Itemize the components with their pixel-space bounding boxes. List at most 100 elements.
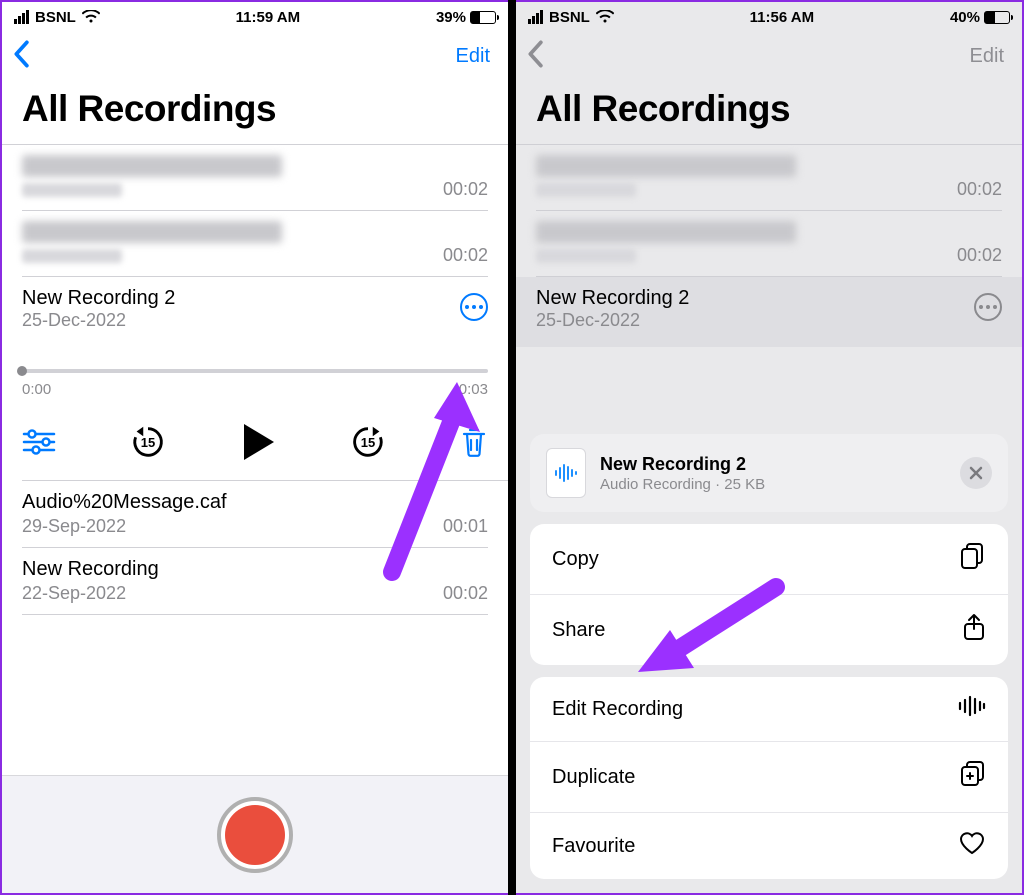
menu-group: Edit Recording Duplicate Favourite bbox=[530, 677, 1008, 879]
item-duration: 00:02 bbox=[443, 583, 488, 604]
item-title: New Recording 2 bbox=[536, 287, 689, 310]
wifi-icon bbox=[596, 10, 614, 24]
playback-scrubber[interactable] bbox=[22, 369, 488, 373]
menu-label: Duplicate bbox=[552, 766, 635, 789]
record-button[interactable] bbox=[217, 797, 293, 873]
phone-right-screen: BSNL 11:56 AM 40% Edit All Recordings 00… bbox=[516, 0, 1024, 895]
wifi-icon bbox=[82, 10, 100, 24]
item-title: New Recording 2 bbox=[22, 287, 175, 310]
settings-sliders-button[interactable] bbox=[22, 429, 56, 455]
delete-button[interactable] bbox=[460, 426, 488, 458]
nav-bar: Edit bbox=[516, 32, 1022, 80]
item-date: 22-Sep-2022 bbox=[22, 583, 126, 604]
menu-label: Copy bbox=[552, 548, 599, 571]
nav-bar: Edit bbox=[2, 32, 508, 80]
more-button[interactable] bbox=[460, 293, 488, 321]
battery-percent: 39% bbox=[436, 9, 466, 26]
carrier-label: BSNL bbox=[549, 9, 590, 26]
player-panel: 0:00 -0:03 15 15 bbox=[2, 331, 508, 481]
item-date: 25-Dec-2022 bbox=[536, 310, 689, 331]
item-duration: 00:02 bbox=[443, 245, 488, 266]
sheet-file-subtitle: Audio Recording · 25 KB bbox=[600, 476, 946, 493]
edit-button[interactable]: Edit bbox=[970, 45, 1004, 68]
clock-label: 11:56 AM bbox=[750, 9, 814, 26]
skip-back-button[interactable]: 15 bbox=[129, 423, 167, 461]
item-duration: 00:01 bbox=[443, 516, 488, 537]
item-title: Audio%20Message.caf bbox=[22, 491, 488, 514]
list-item[interactable]: 00:02 bbox=[516, 145, 1022, 211]
menu-item-duplicate[interactable]: Duplicate bbox=[530, 742, 1008, 813]
blurred-title bbox=[536, 155, 796, 177]
page-title: All Recordings bbox=[2, 80, 508, 144]
blurred-title bbox=[22, 155, 282, 177]
waveform-icon bbox=[958, 695, 986, 723]
share-icon bbox=[962, 613, 986, 647]
record-icon bbox=[225, 805, 285, 865]
duplicate-icon bbox=[960, 760, 986, 794]
list-item[interactable]: 00:02 bbox=[516, 211, 1022, 277]
blurred-title bbox=[536, 221, 796, 243]
record-bar bbox=[2, 775, 508, 893]
menu-item-edit-recording[interactable]: Edit Recording bbox=[530, 677, 1008, 742]
menu-item-favourite[interactable]: Favourite bbox=[530, 813, 1008, 879]
skip-amount: 15 bbox=[141, 435, 155, 450]
list-item-selected[interactable]: New Recording 2 25-Dec-2022 bbox=[516, 277, 1022, 347]
time-current: 0:00 bbox=[22, 381, 51, 398]
copy-icon bbox=[960, 542, 986, 576]
battery-icon bbox=[984, 11, 1010, 24]
phone-left-screen: BSNL 11:59 AM 39% Edit All Recordings 00… bbox=[0, 0, 508, 895]
list-item[interactable]: 00:02 bbox=[2, 211, 508, 277]
carrier-label: BSNL bbox=[35, 9, 76, 26]
item-title: New Recording bbox=[22, 558, 488, 581]
battery-icon bbox=[470, 11, 496, 24]
blurred-title bbox=[22, 221, 282, 243]
item-duration: 00:02 bbox=[957, 245, 1002, 266]
more-button[interactable] bbox=[974, 293, 1002, 321]
recording-list: 00:02 00:02 New Recording 2 25-Dec-2022 bbox=[516, 144, 1022, 347]
menu-item-copy[interactable]: Copy bbox=[530, 524, 1008, 595]
status-bar: BSNL 11:56 AM 40% bbox=[516, 2, 1022, 32]
heart-icon bbox=[958, 831, 986, 861]
sheet-header: New Recording 2 Audio Recording · 25 KB bbox=[530, 434, 1008, 512]
waveform-icon bbox=[554, 464, 578, 482]
page-title: All Recordings bbox=[516, 80, 1022, 144]
play-button[interactable] bbox=[240, 422, 276, 462]
skip-forward-button[interactable]: 15 bbox=[349, 423, 387, 461]
list-item[interactable]: 00:02 bbox=[2, 145, 508, 211]
item-duration: 00:02 bbox=[957, 179, 1002, 200]
ellipsis-icon bbox=[465, 305, 483, 309]
menu-label: Favourite bbox=[552, 835, 635, 858]
x-icon bbox=[969, 466, 983, 480]
back-button[interactable] bbox=[12, 40, 30, 73]
sheet-file-title: New Recording 2 bbox=[600, 454, 946, 475]
file-icon bbox=[546, 448, 586, 498]
signal-icon bbox=[14, 10, 29, 24]
time-remaining: -0:03 bbox=[454, 381, 488, 398]
status-bar: BSNL 11:59 AM 39% bbox=[2, 2, 508, 32]
list-item[interactable]: Audio%20Message.caf 29-Sep-2022 00:01 bbox=[2, 481, 508, 548]
menu-item-share[interactable]: Share bbox=[530, 595, 1008, 665]
ellipsis-icon bbox=[979, 305, 997, 309]
clock-label: 11:59 AM bbox=[236, 9, 300, 26]
menu-label: Edit Recording bbox=[552, 698, 683, 721]
blurred-subtitle bbox=[22, 183, 122, 197]
menu-group: Copy Share bbox=[530, 524, 1008, 665]
signal-icon bbox=[528, 10, 543, 24]
recording-list: 00:02 00:02 New Recording 2 25-Dec-2022 bbox=[2, 144, 508, 615]
action-sheet: New Recording 2 Audio Recording · 25 KB … bbox=[530, 434, 1008, 879]
blurred-subtitle bbox=[536, 249, 636, 263]
scrubber-knob[interactable] bbox=[17, 366, 27, 376]
blurred-subtitle bbox=[22, 249, 122, 263]
item-date: 29-Sep-2022 bbox=[22, 516, 126, 537]
back-button[interactable] bbox=[526, 40, 544, 73]
skip-amount: 15 bbox=[361, 435, 375, 450]
list-item-selected[interactable]: New Recording 2 25-Dec-2022 bbox=[2, 277, 508, 331]
edit-button[interactable]: Edit bbox=[456, 45, 490, 68]
list-item[interactable]: New Recording 22-Sep-2022 00:02 bbox=[2, 548, 508, 615]
blurred-subtitle bbox=[536, 183, 636, 197]
item-duration: 00:02 bbox=[443, 179, 488, 200]
battery-percent: 40% bbox=[950, 9, 980, 26]
close-button[interactable] bbox=[960, 457, 992, 489]
menu-label: Share bbox=[552, 619, 605, 642]
item-date: 25-Dec-2022 bbox=[22, 310, 175, 331]
